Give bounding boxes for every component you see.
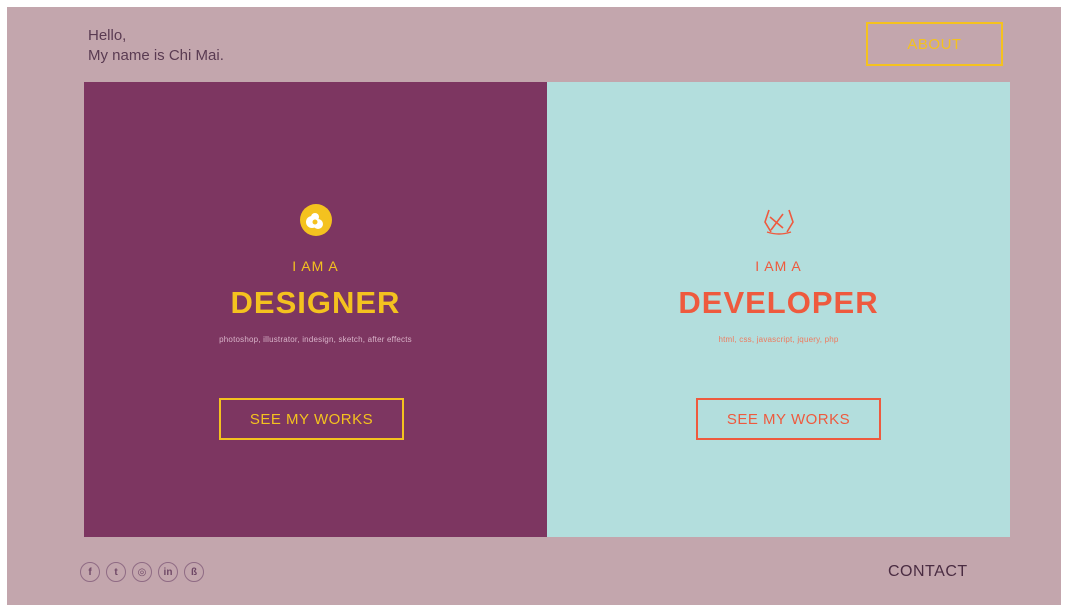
greeting-line-2: My name is Chi Mai. (88, 47, 224, 64)
developer-intro: I AM A (755, 258, 802, 274)
designer-panel: I AM A DESIGNER photoshop, illustrator, … (84, 82, 547, 537)
facebook-icon[interactable]: f (80, 562, 100, 582)
social-links: f t ◎ in ß (80, 562, 204, 582)
designer-title: DESIGNER (230, 285, 401, 320)
designer-intro: I AM A (292, 258, 339, 274)
behance-icon[interactable]: ß (184, 562, 204, 582)
greeting: Hello, My name is Chi Mai. (88, 26, 224, 66)
flower-icon (299, 204, 332, 236)
code-icon (763, 209, 794, 235)
designer-see-works-button[interactable]: SEE MY WORKS (219, 398, 404, 440)
linkedin-icon[interactable]: in (158, 562, 178, 582)
designer-skills: photoshop, illustrator, indesign, sketch… (219, 335, 412, 344)
instagram-icon[interactable]: ◎ (132, 562, 152, 582)
developer-title: DEVELOPER (678, 285, 879, 320)
contact-link[interactable]: CONTACT (888, 563, 968, 581)
twitter-icon[interactable]: t (106, 562, 126, 582)
developer-skills: html, css, javascript, jquery, php (718, 335, 839, 344)
developer-panel: I AM A DEVELOPER html, css, javascript, … (547, 82, 1010, 537)
developer-see-works-button[interactable]: SEE MY WORKS (696, 398, 881, 440)
about-button[interactable]: ABOUT (866, 22, 1003, 66)
greeting-line-1: Hello, (88, 27, 127, 44)
